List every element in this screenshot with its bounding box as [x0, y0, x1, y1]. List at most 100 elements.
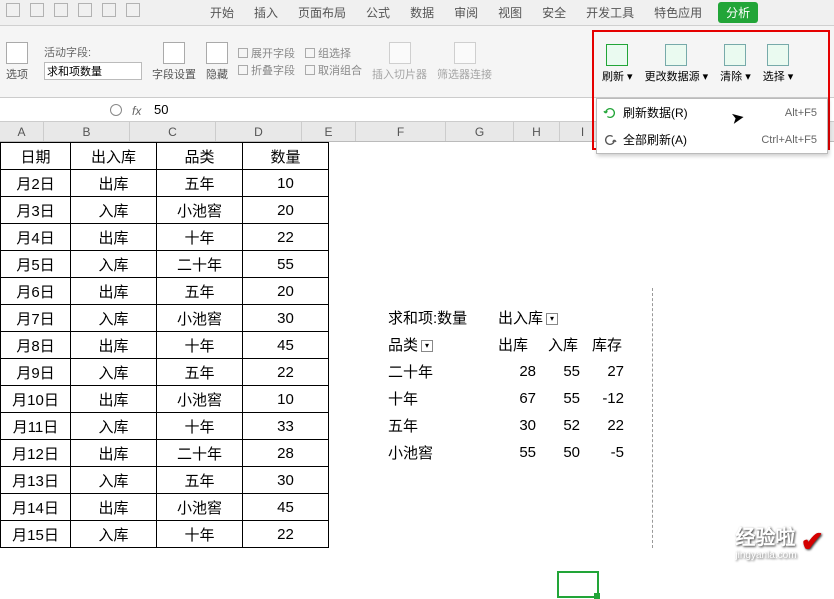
refresh-button[interactable]: 刷新 ▾	[598, 42, 637, 86]
header-category[interactable]: 品类	[157, 143, 243, 170]
cell[interactable]: 月4日	[1, 224, 71, 251]
cell[interactable]: 33	[243, 413, 329, 440]
main-data-table[interactable]: 日期 出入库 品类 数量 月2日出库五年10月3日入库小池窖20月4日出库十年2…	[0, 142, 329, 548]
qa-icon[interactable]	[54, 3, 68, 17]
qa-icon[interactable]	[78, 3, 92, 17]
pivot-cell[interactable]: 55	[542, 358, 586, 385]
cell[interactable]: 22	[243, 359, 329, 386]
cell[interactable]: 小池窖	[157, 494, 243, 521]
pivot-io-header[interactable]: 出入库▾	[492, 304, 630, 331]
cell[interactable]: 出库	[71, 278, 157, 305]
pivot-row[interactable]: 五年305222	[382, 412, 630, 439]
pivot-in-header[interactable]: 入库	[542, 331, 586, 358]
cell[interactable]: 小池窖	[157, 386, 243, 413]
cell[interactable]: 入库	[71, 197, 157, 224]
col-header[interactable]: E	[302, 122, 356, 141]
pivot-row[interactable]: 十年6755-12	[382, 385, 630, 412]
options-button[interactable]: 选项	[6, 42, 28, 82]
header-date[interactable]: 日期	[1, 143, 71, 170]
cell[interactable]: 出库	[71, 494, 157, 521]
cell[interactable]: 22	[243, 521, 329, 548]
table-row[interactable]: 月7日入库小池窖30	[1, 305, 329, 332]
pivot-cell[interactable]: 55	[492, 439, 542, 466]
expand-field[interactable]: 展开字段	[238, 45, 295, 61]
cell[interactable]: 入库	[71, 467, 157, 494]
table-row[interactable]: 月4日出库十年22	[1, 224, 329, 251]
cell[interactable]: 小池窖	[157, 197, 243, 224]
data-area[interactable]: 日期 出入库 品类 数量 月2日出库五年10月3日入库小池窖20月4日出库十年2…	[0, 142, 834, 548]
cell[interactable]: 30	[243, 467, 329, 494]
ungroup[interactable]: 取消组合	[305, 62, 362, 78]
group-select[interactable]: 组选择	[305, 45, 362, 61]
field-settings-button[interactable]: 字段设置	[152, 42, 196, 82]
change-source-button[interactable]: 更改数据源 ▾	[641, 42, 713, 86]
tab-data[interactable]: 数据	[400, 0, 444, 25]
col-header[interactable]: C	[130, 122, 216, 141]
table-row[interactable]: 月15日入库十年22	[1, 521, 329, 548]
cell[interactable]: 五年	[157, 278, 243, 305]
cell[interactable]: 出库	[71, 170, 157, 197]
col-header[interactable]: F	[356, 122, 446, 141]
col-header[interactable]: A	[0, 122, 44, 141]
tab-layout[interactable]: 页面布局	[288, 0, 356, 25]
cell[interactable]: 入库	[71, 521, 157, 548]
pivot-cat[interactable]: 十年	[382, 385, 492, 412]
tab-insert[interactable]: 插入	[244, 0, 288, 25]
fill-handle[interactable]	[594, 593, 600, 599]
col-header[interactable]: B	[44, 122, 130, 141]
qa-icon[interactable]	[6, 3, 20, 17]
cell[interactable]: 十年	[157, 521, 243, 548]
cell[interactable]: 45	[243, 494, 329, 521]
pivot-cell[interactable]: 30	[492, 412, 542, 439]
cell[interactable]: 55	[243, 251, 329, 278]
pivot-cat-label[interactable]: 品类▾	[382, 331, 492, 358]
cell[interactable]: 月13日	[1, 467, 71, 494]
cell[interactable]: 月9日	[1, 359, 71, 386]
table-row[interactable]: 月14日出库小池窖45	[1, 494, 329, 521]
tab-analysis[interactable]: 分析	[718, 2, 758, 23]
zoom-icon[interactable]	[110, 104, 122, 116]
table-row[interactable]: 月6日出库五年20	[1, 278, 329, 305]
table-row[interactable]: 月8日出库十年45	[1, 332, 329, 359]
pivot-cat[interactable]: 二十年	[382, 358, 492, 385]
pivot-cell[interactable]: 27	[586, 358, 630, 385]
cell[interactable]: 28	[243, 440, 329, 467]
qa-icon[interactable]	[102, 3, 116, 17]
tab-view[interactable]: 视图	[488, 0, 532, 25]
cell[interactable]: 五年	[157, 467, 243, 494]
pivot-cell[interactable]: 55	[542, 385, 586, 412]
pivot-row[interactable]: 二十年285527	[382, 358, 630, 385]
pivot-cell[interactable]: 22	[586, 412, 630, 439]
qa-icon[interactable]	[30, 3, 44, 17]
tab-formula[interactable]: 公式	[356, 0, 400, 25]
tab-security[interactable]: 安全	[532, 0, 576, 25]
cell[interactable]: 入库	[71, 305, 157, 332]
fx-icon[interactable]: fx	[132, 104, 144, 116]
tab-dev[interactable]: 开发工具	[576, 0, 644, 25]
cell[interactable]: 20	[243, 278, 329, 305]
pivot-cat[interactable]: 五年	[382, 412, 492, 439]
cell[interactable]: 入库	[71, 251, 157, 278]
table-row[interactable]: 月10日出库小池窖10	[1, 386, 329, 413]
cell[interactable]: 22	[243, 224, 329, 251]
header-io[interactable]: 出入库	[71, 143, 157, 170]
cell[interactable]: 10	[243, 386, 329, 413]
cell[interactable]: 月7日	[1, 305, 71, 332]
filter-icon[interactable]: ▾	[421, 340, 433, 352]
cell[interactable]: 月5日	[1, 251, 71, 278]
cell[interactable]: 月10日	[1, 386, 71, 413]
pivot-cell[interactable]: -12	[586, 385, 630, 412]
qa-icon[interactable]	[126, 3, 140, 17]
tab-start[interactable]: 开始	[200, 0, 244, 25]
refresh-data-item[interactable]: 刷新数据(R) Alt+F5	[597, 99, 827, 126]
table-row[interactable]: 月9日入库五年22	[1, 359, 329, 386]
cell[interactable]: 30	[243, 305, 329, 332]
cell[interactable]: 20	[243, 197, 329, 224]
table-row[interactable]: 月12日出库二十年28	[1, 440, 329, 467]
cell[interactable]: 月6日	[1, 278, 71, 305]
pivot-cell[interactable]: 28	[492, 358, 542, 385]
cell[interactable]: 出库	[71, 386, 157, 413]
table-row[interactable]: 月2日出库五年10	[1, 170, 329, 197]
cell[interactable]: 五年	[157, 170, 243, 197]
pivot-table[interactable]: 求和项:数量 出入库▾ 品类▾ 出库 入库 库存 二十年285527十年6755…	[382, 304, 630, 467]
